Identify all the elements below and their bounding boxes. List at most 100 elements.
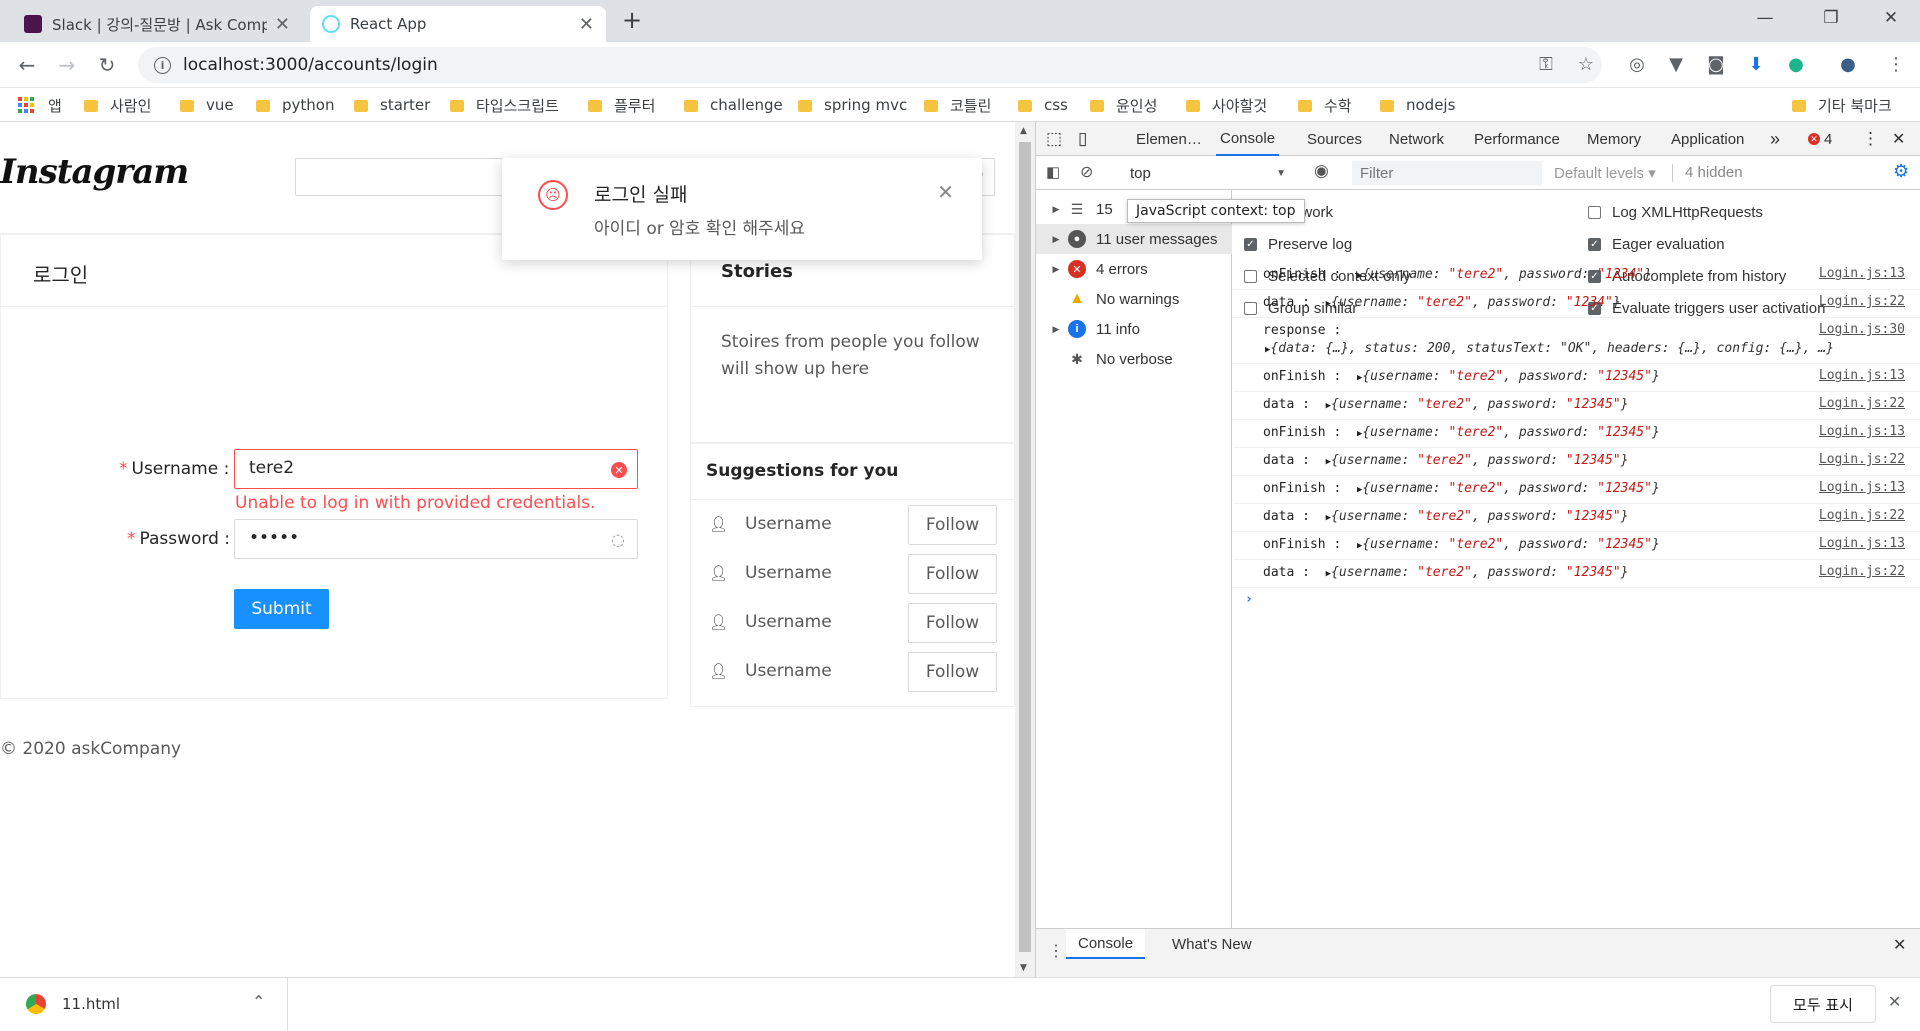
reload-icon[interactable]: ↻ bbox=[92, 50, 122, 80]
source-link[interactable]: Login.js:22 bbox=[1819, 294, 1905, 309]
show-all-button[interactable]: 모두 표시 bbox=[1770, 985, 1876, 1023]
bookmark-folder[interactable]: spring mvc bbox=[798, 94, 907, 116]
bookmark-folder[interactable]: nodejs bbox=[1380, 94, 1455, 116]
vue-devtools-icon[interactable]: ▼ bbox=[1664, 54, 1688, 75]
devtools-menu-icon[interactable]: ⋮ bbox=[1862, 122, 1879, 156]
address-bar[interactable]: i localhost:3000/accounts/login bbox=[138, 47, 1602, 83]
filter-input[interactable] bbox=[1352, 161, 1542, 185]
default-levels-select[interactable]: Default levels ▾ bbox=[1554, 164, 1656, 182]
close-tab-icon[interactable]: ✕ bbox=[275, 14, 290, 35]
bookmark-folder[interactable]: starter bbox=[354, 94, 430, 116]
drawer-tab-whats-new[interactable]: What's New bbox=[1160, 929, 1264, 959]
inspect-element-icon[interactable]: ⬚ bbox=[1046, 122, 1062, 156]
back-icon[interactable]: ← bbox=[12, 50, 42, 80]
extension-icon[interactable]: ◎ bbox=[1625, 54, 1649, 75]
tab-slack[interactable]: Slack | 강의-질문방 | Ask Comp ✕ bbox=[12, 6, 302, 42]
more-tabs-icon[interactable]: » bbox=[1770, 122, 1780, 156]
clear-input-icon[interactable]: ✕ bbox=[611, 462, 627, 478]
chevron-up-icon[interactable]: ⌃ bbox=[252, 992, 265, 1011]
submit-button[interactable]: Submit bbox=[234, 589, 329, 629]
sidebar-item-user-messages[interactable]: ▶ ● 11 user messages bbox=[1036, 224, 1232, 254]
sidebar-toggle-icon[interactable]: ◧ bbox=[1046, 163, 1060, 181]
preserve-log-checkbox[interactable]: ✓ Preserve log bbox=[1244, 236, 1352, 253]
tab-sources[interactable]: Sources bbox=[1307, 122, 1362, 156]
tab-network[interactable]: Network bbox=[1389, 122, 1444, 156]
console-message[interactable]: response : ▶{data: {…}, status: 200, sta… bbox=[1233, 318, 1920, 364]
source-link[interactable]: Login.js:22 bbox=[1819, 396, 1905, 411]
bookmark-folder[interactable]: css bbox=[1018, 94, 1068, 116]
tab-application[interactable]: Application bbox=[1671, 122, 1744, 156]
bookmark-folder[interactable]: 플루터 bbox=[588, 94, 655, 116]
bookmark-folder[interactable]: 타입스크립트 bbox=[450, 94, 559, 116]
sidebar-item-warnings[interactable]: ▲ No warnings bbox=[1036, 284, 1232, 314]
suggestion-username[interactable]: Username bbox=[745, 661, 832, 681]
username-input[interactable]: tere2 ✕ bbox=[234, 449, 638, 489]
bookmark-folder[interactable]: vue bbox=[180, 94, 234, 116]
page-scrollbar[interactable]: ▲ ▼ bbox=[1015, 122, 1035, 977]
drawer-menu-icon[interactable]: ⋮ bbox=[1048, 941, 1064, 961]
drawer-tab-console[interactable]: Console bbox=[1066, 929, 1146, 959]
source-link[interactable]: Login.js:13 bbox=[1819, 424, 1905, 439]
source-link[interactable]: Login.js:13 bbox=[1819, 266, 1905, 281]
password-input[interactable]: ••••• ◌ bbox=[234, 519, 638, 559]
source-link[interactable]: Login.js:22 bbox=[1819, 508, 1905, 523]
console-settings-gear-icon[interactable]: ⚙ bbox=[1893, 161, 1909, 182]
close-drawer-icon[interactable]: ✕ bbox=[1893, 935, 1906, 955]
bookmark-folder[interactable]: 사야할것 bbox=[1186, 94, 1267, 116]
console-prompt[interactable]: › bbox=[1233, 588, 1920, 618]
live-expression-eye-icon[interactable]: ◉ bbox=[1314, 161, 1329, 181]
console-message[interactable]: data : ▶{username: "tere2", password: "1… bbox=[1233, 560, 1920, 588]
scroll-down-icon[interactable]: ▼ bbox=[1020, 963, 1027, 973]
follow-button[interactable]: Follow bbox=[908, 505, 997, 545]
console-message[interactable]: onFinish : ▶{username: "tere2", password… bbox=[1233, 532, 1920, 560]
context-select[interactable]: top ▼ bbox=[1124, 161, 1294, 185]
sidebar-item-info[interactable]: ▶ i 11 info bbox=[1036, 314, 1232, 344]
tab-elements[interactable]: Elemen… bbox=[1136, 122, 1202, 156]
grammarly-icon[interactable]: ● bbox=[1784, 54, 1808, 75]
forward-icon[interactable]: → bbox=[52, 50, 82, 80]
bookmark-folder[interactable]: challenge bbox=[684, 94, 783, 116]
tab-console[interactable]: Console bbox=[1216, 122, 1280, 156]
bookmark-folder[interactable]: python bbox=[256, 94, 334, 116]
bookmark-star-icon[interactable]: ☆ bbox=[1574, 54, 1598, 75]
bookmark-folder[interactable]: 윤인성 bbox=[1090, 94, 1157, 116]
console-message[interactable]: onFinish : ▶{username: "tere2", password… bbox=[1233, 262, 1920, 290]
close-tab-icon[interactable]: ✕ bbox=[579, 14, 594, 35]
download-item[interactable]: 11.html ⌃ bbox=[0, 978, 288, 1031]
key-icon[interactable]: ⚿ bbox=[1534, 54, 1558, 75]
close-notification-icon[interactable]: ✕ bbox=[937, 180, 954, 204]
source-link[interactable]: Login.js:13 bbox=[1819, 368, 1905, 383]
site-info-icon[interactable]: i bbox=[154, 56, 171, 74]
console-message[interactable]: onFinish : ▶{username: "tere2", password… bbox=[1233, 364, 1920, 392]
new-tab-icon[interactable]: + bbox=[622, 6, 642, 34]
maximize-icon[interactable]: ❐ bbox=[1808, 0, 1854, 36]
scrollbar-thumb[interactable] bbox=[1019, 142, 1031, 952]
follow-button[interactable]: Follow bbox=[908, 652, 997, 692]
close-download-bar-icon[interactable]: ✕ bbox=[1888, 992, 1901, 1011]
source-link[interactable]: Login.js:13 bbox=[1819, 536, 1905, 551]
apps-bookmark[interactable]: 앱 bbox=[18, 94, 62, 116]
suggestion-username[interactable]: Username bbox=[745, 612, 832, 632]
url-text[interactable]: localhost:3000/accounts/login bbox=[183, 55, 438, 75]
follow-button[interactable]: Follow bbox=[908, 603, 997, 643]
download-ext-icon[interactable]: ⬇ bbox=[1744, 54, 1768, 75]
console-message[interactable]: data : ▶{username: "tere2", password: "1… bbox=[1233, 504, 1920, 532]
menu-kebab-icon[interactable]: ⋮ bbox=[1884, 54, 1908, 75]
close-devtools-icon[interactable]: ✕ bbox=[1892, 122, 1905, 156]
console-message[interactable]: data : ▶{username: "tere2", password: "1… bbox=[1233, 290, 1920, 318]
minimize-icon[interactable]: — bbox=[1742, 0, 1788, 36]
profile-avatar-icon[interactable]: ● bbox=[1836, 54, 1860, 75]
sidebar-item-errors[interactable]: ▶ ✕ 4 errors bbox=[1036, 254, 1232, 284]
console-message[interactable]: data : ▶{username: "tere2", password: "1… bbox=[1233, 392, 1920, 420]
other-bookmarks[interactable]: 기타 북마크 bbox=[1792, 94, 1892, 116]
device-toolbar-icon[interactable]: ▯ bbox=[1078, 122, 1087, 156]
source-link[interactable]: Login.js:13 bbox=[1819, 480, 1905, 495]
console-message[interactable]: onFinish : ▶{username: "tere2", password… bbox=[1233, 420, 1920, 448]
bookmark-folder[interactable]: 수학 bbox=[1298, 94, 1352, 116]
camera-icon[interactable]: ◙ bbox=[1704, 54, 1728, 75]
follow-button[interactable]: Follow bbox=[908, 554, 997, 594]
tab-performance[interactable]: Performance bbox=[1474, 122, 1560, 156]
scroll-up-icon[interactable]: ▲ bbox=[1020, 126, 1027, 136]
tab-memory[interactable]: Memory bbox=[1587, 122, 1641, 156]
bookmark-folder[interactable]: 사람인 bbox=[84, 94, 151, 116]
